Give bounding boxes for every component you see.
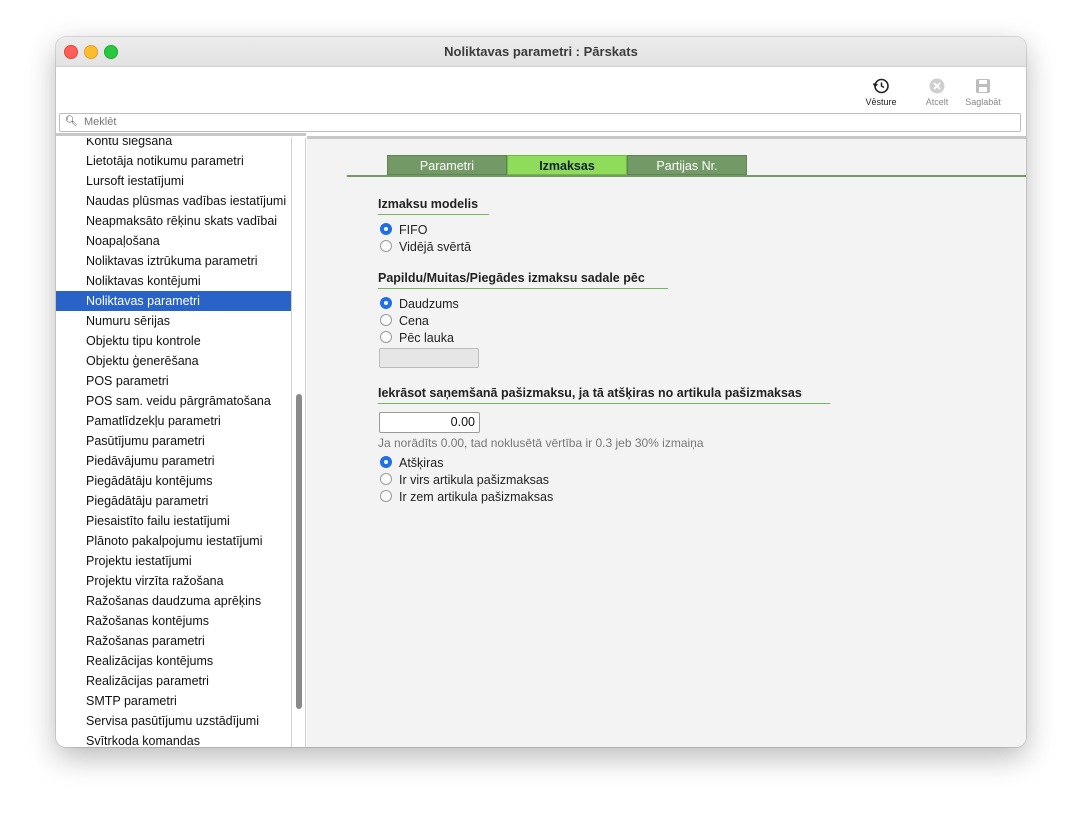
sidebar-item[interactable]: Ražošanas kontējums bbox=[56, 611, 291, 631]
sidebar-item[interactable]: Pamatlīdzekļu parametri bbox=[56, 411, 291, 431]
radio-fifo-button[interactable] bbox=[380, 223, 392, 235]
radio-quantity-button[interactable] bbox=[380, 297, 392, 309]
cancel-label: Atcelt bbox=[925, 97, 949, 107]
cost-model-heading: Izmaksu modelis bbox=[378, 197, 489, 215]
search-icon: 🔍︎ bbox=[65, 116, 78, 127]
sidebar-item[interactable]: Objektu ģenerēšana bbox=[56, 351, 291, 371]
sidebar-item[interactable]: Plānoto pakalpojumu iestatījumi bbox=[56, 531, 291, 551]
radio-differs-label: Atšķiras bbox=[399, 456, 444, 470]
sidebar-item[interactable]: Piesaistīto failu iestatījumi bbox=[56, 511, 291, 531]
sidebar-item[interactable]: Objektu tipu kontrole bbox=[56, 331, 291, 351]
sidebar-item[interactable]: Lursoft iestatījumi bbox=[56, 171, 291, 191]
radio-above-cost-label: Ir virs artikula pašizmaksas bbox=[399, 473, 550, 487]
radio-above-cost-button[interactable] bbox=[380, 473, 392, 485]
receipt-cost-heading: Iekrāsot saņemšanā pašizmaksu, ja tā atš… bbox=[378, 386, 830, 404]
by-field-input bbox=[379, 348, 479, 368]
cancel-icon bbox=[929, 78, 945, 94]
sidebar-item[interactable]: POS parametri bbox=[56, 371, 291, 391]
sidebar-item[interactable]: Noliktavas kontējumi bbox=[56, 271, 291, 291]
sidebar-scrollbar[interactable] bbox=[293, 138, 306, 747]
toolbar: Vēsture Atcelt Saglabāt bbox=[56, 67, 1026, 112]
save-label: Saglabāt bbox=[965, 97, 1001, 107]
tab-partijas-nr[interactable]: Partijas Nr. bbox=[627, 155, 747, 175]
sidebar-item[interactable]: SMTP parametri bbox=[56, 691, 291, 711]
sidebar-list: Kontu slēgšana Lietotāja notikumu paramet… bbox=[56, 138, 292, 747]
radio-differs-button[interactable] bbox=[380, 456, 392, 468]
radio-price-button[interactable] bbox=[380, 314, 392, 326]
sidebar-item[interactable]: Projektu iestatījumi bbox=[56, 551, 291, 571]
sidebar-item[interactable]: Neapmaksāto rēķinu skats vadībai bbox=[56, 211, 291, 231]
sidebar-item[interactable]: Noapaļošana bbox=[56, 231, 291, 251]
sidebar-item[interactable]: Piegādātāju kontējums bbox=[56, 471, 291, 491]
app-window: Noliktavas parametri : Pārskats Vēsture … bbox=[56, 37, 1026, 747]
history-label: Vēsture bbox=[865, 97, 897, 107]
sidebar-item[interactable]: Ražošanas daudzuma aprēķins bbox=[56, 591, 291, 611]
sidebar-item[interactable]: Piegādātāju parametri bbox=[56, 491, 291, 511]
cancel-button[interactable]: Atcelt bbox=[912, 77, 962, 107]
radio-below-cost-button[interactable] bbox=[380, 490, 392, 502]
radio-price-label: Cena bbox=[399, 314, 429, 328]
save-icon bbox=[976, 79, 990, 93]
main-panel: Parametri Izmaksas Partijas Nr. Izmaksu … bbox=[307, 136, 1026, 747]
sidebar-item[interactable]: Noliktavas iztrūkuma parametri bbox=[56, 251, 291, 271]
sidebar-item[interactable]: Projektu virzīta ražošana bbox=[56, 571, 291, 591]
window-title: Noliktavas parametri : Pārskats bbox=[444, 44, 638, 59]
radio-fifo-label: FIFO bbox=[399, 223, 428, 237]
radio-by-field-label: Pēc lauka bbox=[399, 331, 454, 345]
tab-underline bbox=[347, 175, 1026, 177]
sidebar-top-divider bbox=[56, 133, 306, 136]
radio-weighted-average-label: Vidējā svērtā bbox=[399, 240, 472, 254]
content-top-divider bbox=[307, 136, 1026, 139]
sidebar-item[interactable]: Realizācijas kontējums bbox=[56, 651, 291, 671]
sidebar-item[interactable]: Realizācijas parametri bbox=[56, 671, 291, 691]
history-button[interactable]: Vēsture bbox=[856, 77, 906, 107]
cost-threshold-hint: Ja norādīts 0.00, tad noklusētā vērtība … bbox=[378, 436, 704, 450]
sidebar-item[interactable]: Lietotāja notikumu parametri bbox=[56, 151, 291, 171]
sidebar-item[interactable]: Numuru sērijas bbox=[56, 311, 291, 331]
sidebar-item[interactable]: POS sam. veidu pārgrāmatošana bbox=[56, 391, 291, 411]
sidebar-item[interactable]: Piedāvājumu parametri bbox=[56, 451, 291, 471]
sidebar-item[interactable]: Noliktavas parametri bbox=[56, 291, 291, 311]
save-button[interactable]: Saglabāt bbox=[958, 77, 1008, 107]
radio-quantity-label: Daudzums bbox=[399, 297, 459, 311]
sidebar-scroll-thumb[interactable] bbox=[296, 394, 302, 709]
sidebar-item[interactable]: Naudas plūsmas vadības iestatījumi bbox=[56, 191, 291, 211]
radio-by-field-button[interactable] bbox=[380, 331, 392, 343]
tab-izmaksas[interactable]: Izmaksas bbox=[507, 155, 627, 175]
sidebar-item[interactable]: Ražošanas parametri bbox=[56, 631, 291, 651]
tab-parametri[interactable]: Parametri bbox=[387, 155, 507, 175]
sidebar-item[interactable]: Pasūtījumu parametri bbox=[56, 431, 291, 451]
radio-below-cost-label: Ir zem artikula pašizmaksas bbox=[399, 490, 554, 504]
title-bar: Noliktavas parametri : Pārskats bbox=[56, 37, 1026, 67]
distribution-heading: Papildu/Muitas/Piegādes izmaksu sadale p… bbox=[378, 271, 668, 289]
search-bar: 🔍︎ bbox=[59, 113, 1021, 132]
sidebar-item[interactable]: Servisa pasūtījumu uzstādījumi bbox=[56, 711, 291, 731]
history-icon bbox=[872, 78, 889, 94]
sidebar-item[interactable]: Kontu slēgšana bbox=[56, 138, 291, 151]
search-input[interactable] bbox=[84, 115, 984, 129]
radio-weighted-average-button[interactable] bbox=[380, 240, 392, 252]
cost-threshold-input[interactable]: 0.00 bbox=[379, 412, 480, 433]
sidebar-item[interactable]: Svītrkoda komandas bbox=[56, 731, 291, 747]
